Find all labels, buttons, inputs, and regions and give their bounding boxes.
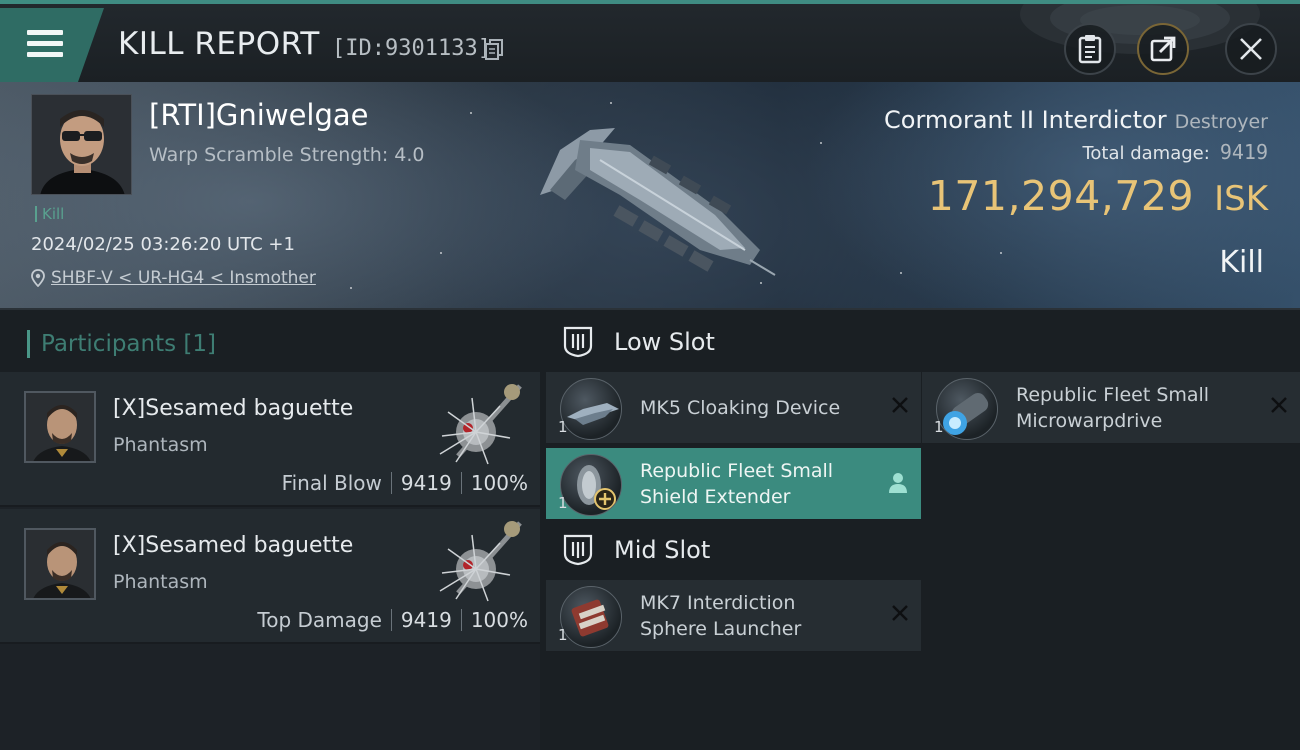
location-link[interactable]: SHBF-V < UR-HG4 < Insmother [51,268,316,288]
destroyed-ship-image [540,128,776,276]
participant-damage: 9419 [400,608,452,632]
mid-slot-icon [563,534,593,566]
participant-ship-image [439,521,522,602]
module-name: MK5 Cloaking Device [640,397,841,419]
participant-role: Final Blow [281,471,382,495]
destroyed-icon [892,605,908,621]
dropped-person-icon [889,473,907,493]
interdiction-launcher-icon [560,586,622,648]
ship-class: Destroyer [1174,111,1268,133]
page-title: KILL REPORT [118,26,320,62]
participant-damage: 9419 [400,471,452,495]
participant-ship: Phantasm [113,571,208,593]
result-label: Kill [1219,245,1264,280]
share-button[interactable] [1137,23,1189,75]
cloaking-device-icon [560,378,622,440]
module-quantity: 1 [558,626,568,644]
module-item[interactable]: 1 Republic Fleet Small Shield Extender [546,448,921,520]
participants-title: Participants [1] [27,330,216,358]
participant-percent: 100% [470,471,528,495]
module-item[interactable]: 1 MK5 Cloaking Device [546,372,921,444]
module-name: MK7 Interdiction Sphere Launcher [640,592,802,640]
participant-name[interactable]: [X]Sesamed baguette [113,396,353,421]
participant-percent: 100% [470,608,528,632]
ship-info: Cormorant II Interdictor Destroyer [884,106,1268,134]
fitting-panel: Low Slot 1 MK5 Cloaking Device 1 Republi… [540,308,1300,750]
copy-icon[interactable] [484,38,504,60]
module-quantity: 1 [558,418,568,436]
close-button[interactable] [1225,23,1277,75]
kill-tag: Kill [35,206,64,222]
victim-portrait[interactable] [31,94,132,195]
share-icon [1150,36,1176,62]
report-id: [ID:9301133] [332,36,491,61]
participant-stats: Final Blow 9419 100% [282,471,528,495]
isk-unit: ISK [1214,179,1268,219]
header-bar: KILL REPORT [ID:9301133] [0,0,1300,82]
participant-ship-image [439,384,522,465]
victim-name[interactable]: [RTI]Gniwelgae [149,98,368,132]
menu-button[interactable] [0,8,104,82]
low-slot-title: Low Slot [614,328,715,356]
module-quantity: 1 [934,418,944,436]
low-slot-icon [563,326,593,358]
isk-loss: 171,294,729 ISK [928,172,1268,220]
kill-datetime: 2024/02/25 03:26:20 UTC +1 [31,234,295,255]
destroyed-icon [892,397,908,413]
shield-extender-icon [560,454,622,516]
module-item[interactable]: 1 Republic Fleet Small Microwarpdrive [922,372,1300,444]
low-slot-header: Low Slot [562,326,715,358]
module-name: Republic Fleet Small Microwarpdrive [1016,384,1210,432]
participant-portrait[interactable] [24,391,96,463]
close-icon [1240,38,1262,60]
clipboard-button[interactable] [1064,23,1116,75]
participant-ship: Phantasm [113,434,208,456]
module-quantity: 1 [558,494,568,512]
participants-header: Participants [1] [0,310,540,372]
participant-name[interactable]: [X]Sesamed baguette [113,533,353,558]
participant-portrait[interactable] [24,528,96,600]
participant-row[interactable]: [X]Sesamed baguette Phantasm Top Damage … [0,509,540,644]
mid-slot-header: Mid Slot [562,534,710,566]
destroyed-icon [1271,397,1287,413]
isk-value: 171,294,729 [927,172,1195,220]
participant-row[interactable]: [X]Sesamed baguette Phantasm Final Blow … [0,372,540,507]
total-damage-label: Total damage: [1082,143,1210,164]
microwarpdrive-icon [936,378,998,440]
ship-name[interactable]: Cormorant II Interdictor [884,106,1167,134]
total-damage-value: 9419 [1219,140,1268,164]
total-damage: Total damage: 9419 [1082,140,1268,164]
kill-location[interactable]: SHBF-V < UR-HG4 < Insmother [31,268,316,288]
warp-scramble-strength: Warp Scramble Strength: 4.0 [149,144,425,166]
kill-summary-banner: [RTI]Gniwelgae Warp Scramble Strength: 4… [0,82,1300,308]
participant-stats: Top Damage 9419 100% [257,608,528,632]
clipboard-icon [1078,35,1102,64]
module-name: Republic Fleet Small Shield Extender [640,460,834,508]
participant-role: Top Damage [257,608,382,632]
location-pin-icon [31,269,45,287]
participants-panel: Participants [1] [X]Sesamed baguette Pha… [0,308,540,750]
menu-icon [27,30,63,63]
module-item[interactable]: 1 MK7 Interdiction Sphere Launcher [546,580,921,652]
mid-slot-title: Mid Slot [614,536,711,564]
